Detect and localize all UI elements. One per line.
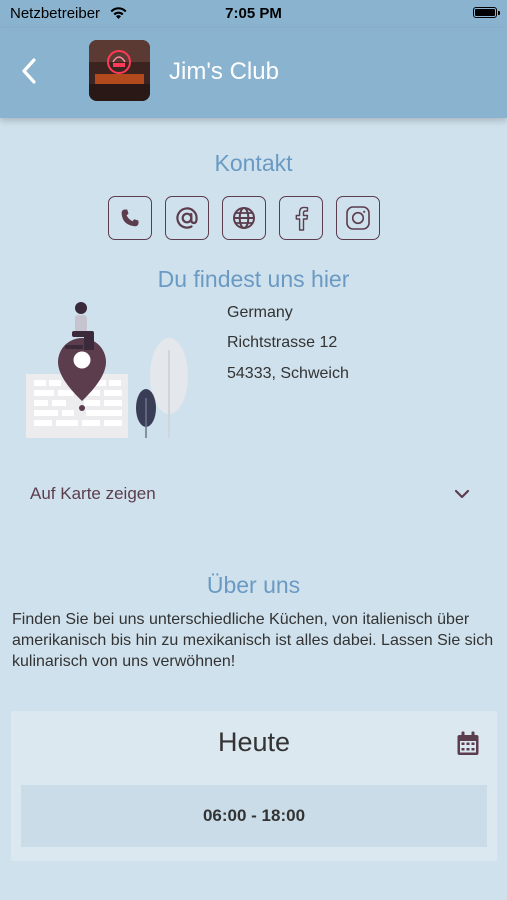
instagram-button[interactable] [336,196,380,240]
location-title: Du findest uns hier [157,266,350,292]
page-title: Jim's Club [169,58,279,85]
status-bar: Netzbetreiber 7:05 PM [0,0,507,28]
clock: 7:05 PM [225,5,282,22]
contact-buttons [108,196,380,240]
hours-today: 06:00 - 18:00 [21,785,487,847]
club-photo-image [89,40,150,101]
about-title: Über uns [206,572,301,598]
address-street: Richtstrasse 12 [227,334,338,351]
club-avatar [89,40,150,101]
about-text: Finden Sie bei uns unterschiedliche Küch… [12,611,494,670]
website-button[interactable] [222,196,266,240]
email-button[interactable] [165,196,209,240]
instagram-icon [346,206,370,230]
address-city: 54333, Schweich [227,365,349,382]
facebook-icon [295,206,309,231]
address-country: Germany [227,304,293,321]
contact-title: Kontakt [214,150,293,176]
map-pin-illustration [26,302,188,438]
at-icon [176,207,198,229]
facebook-button[interactable] [279,196,323,240]
calendar-icon[interactable] [456,731,480,757]
opening-hours-card: Heute 06:00 - 18:00 [11,711,497,861]
app-header: Jim's Club [0,28,507,118]
chevron-left-icon[interactable] [18,56,42,86]
battery-icon [473,7,500,18]
chevron-down-icon[interactable] [453,486,471,502]
show-map-link[interactable]: Auf Karte zeigen [30,484,156,504]
globe-icon [233,207,255,229]
hours-title: Heute [217,727,291,757]
phone-button[interactable] [108,196,152,240]
phone-icon [121,209,139,227]
